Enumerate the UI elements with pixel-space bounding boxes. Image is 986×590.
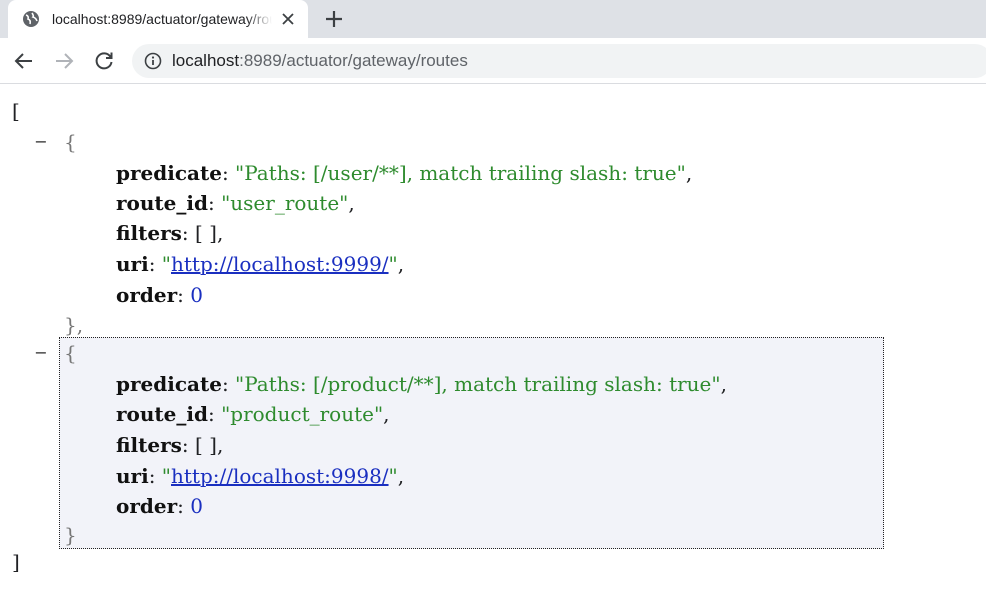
uri-link[interactable]: http://localhost:9998/ <box>171 464 389 488</box>
value-predicate: "Paths: [/product/**], match trailing sl… <box>235 372 721 396</box>
array-open-bracket: [ <box>12 99 20 123</box>
uri-link[interactable]: http://localhost:9999/ <box>171 252 389 276</box>
route-1-route-id: route_id: "user_route", <box>116 191 355 215</box>
array-close-bracket: ] <box>12 550 20 574</box>
close-icon[interactable] <box>280 11 296 27</box>
route-1-order: order: 0 <box>116 283 203 307</box>
key-filters: filters <box>116 433 182 457</box>
object-close-brace-2: } <box>64 523 77 547</box>
value-order: 0 <box>190 494 203 518</box>
collapse-toggle-1[interactable]: − <box>34 127 48 157</box>
info-icon[interactable] <box>144 52 162 70</box>
object-open-brace-1: { <box>64 130 77 154</box>
forward-arrow-icon[interactable] <box>52 49 76 73</box>
route-2-predicate: predicate: "Paths: [/product/**], match … <box>116 372 727 396</box>
key-predicate: predicate <box>116 372 222 396</box>
object-open-brace-2: { <box>64 341 77 365</box>
value-route-id: "product_route" <box>221 402 384 426</box>
value-route-id: "user_route" <box>221 191 349 215</box>
globe-icon <box>23 11 39 27</box>
url-text[interactable]: localhost:8989/actuator/gateway/routes <box>172 51 468 71</box>
tab-title: localhost:8989/actuator/gateway/routes <box>52 11 272 27</box>
key-uri: uri <box>116 252 149 276</box>
json-viewer: [ − { predicate: "Paths: [/user/**], mat… <box>0 86 986 590</box>
route-2-order: order: 0 <box>116 494 203 518</box>
value-predicate: "Paths: [/user/**], match trailing slash… <box>235 161 686 185</box>
back-arrow-icon[interactable] <box>12 49 36 73</box>
key-order: order <box>116 494 178 518</box>
reload-icon[interactable] <box>92 49 116 73</box>
key-route-id: route_id <box>116 402 208 426</box>
url-host: localhost <box>172 51 240 70</box>
object-close-brace-1: }, <box>64 313 84 337</box>
tab-strip: localhost:8989/actuator/gateway/routes <box>0 0 986 38</box>
address-bar[interactable]: localhost:8989/actuator/gateway/routes <box>132 44 986 78</box>
browser-toolbar: localhost:8989/actuator/gateway/routes <box>0 38 986 84</box>
key-order: order <box>116 283 178 307</box>
route-1-filters: filters: [ ], <box>116 221 224 245</box>
key-uri: uri <box>116 464 149 488</box>
route-2-route-id: route_id: "product_route", <box>116 402 390 426</box>
route-2-uri: uri: "http://localhost:9998/", <box>116 464 405 488</box>
value-filters: [ ] <box>195 433 217 457</box>
value-order: 0 <box>190 283 203 307</box>
value-filters: [ ] <box>195 221 217 245</box>
route-1-uri: uri: "http://localhost:9999/", <box>116 252 405 276</box>
new-tab-icon[interactable] <box>322 7 346 31</box>
url-path: :8989/actuator/gateway/routes <box>239 51 468 70</box>
key-predicate: predicate <box>116 161 222 185</box>
browser-tab[interactable]: localhost:8989/actuator/gateway/routes <box>8 0 308 38</box>
collapse-toggle-2[interactable]: − <box>34 338 48 368</box>
route-2-filters: filters: [ ], <box>116 433 224 457</box>
route-1-predicate: predicate: "Paths: [/user/**], match tra… <box>116 161 693 185</box>
key-filters: filters <box>116 221 182 245</box>
key-route-id: route_id <box>116 191 208 215</box>
